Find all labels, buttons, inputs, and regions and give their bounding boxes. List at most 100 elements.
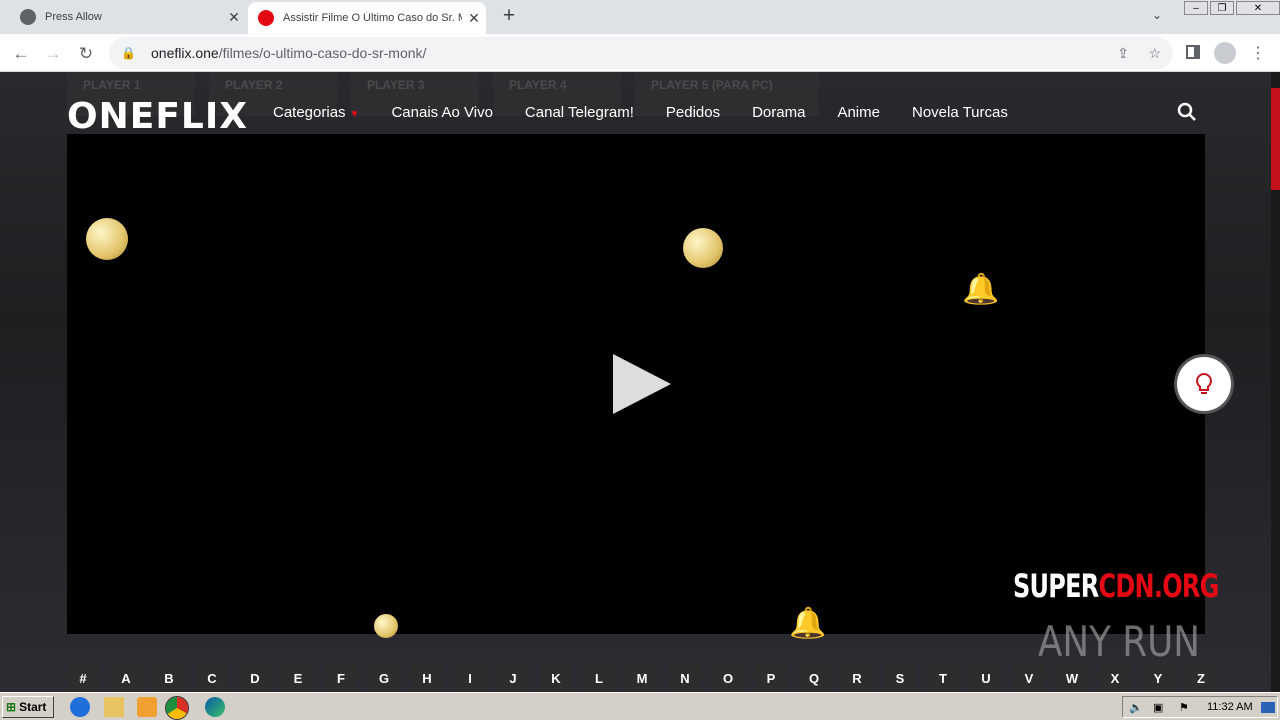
alphabet-letter-button[interactable]: S (884, 664, 916, 692)
site-header: ONEFLIX Categorias ▼ Canais Ao Vivo Canal… (67, 94, 1205, 137)
web-page: PLAYER 1 PLAYER 2 PLAYER 3 PLAYER 4 PLAY… (0, 72, 1280, 692)
alphabet-letter-button[interactable]: H (411, 664, 443, 692)
alphabet-letter-button[interactable]: W (1056, 664, 1088, 692)
bells-icon: 🔔 (962, 273, 1000, 306)
main-menu: Categorias ▼ Canais Ao Vivo Canal Telegra… (273, 104, 1008, 121)
close-window-button[interactable]: ✕ (1236, 1, 1280, 15)
menu-pedidos[interactable]: Pedidos (666, 104, 720, 121)
alphabet-letter-button[interactable]: P (755, 664, 787, 692)
watermark-cdn: CDN.ORG (1098, 567, 1219, 605)
search-icon[interactable] (1177, 102, 1197, 122)
windows-taskbar: ⊞ Start 🔈 ▣ ⚑ 11:32 AM (0, 692, 1280, 720)
play-favicon-icon (258, 10, 274, 26)
clock: 11:32 AM (1207, 701, 1253, 713)
menu-anime[interactable]: Anime (837, 104, 880, 121)
alphabet-letter-button[interactable]: L (583, 664, 615, 692)
alphabet-letter-button[interactable]: Y (1142, 664, 1174, 692)
window-controls: – ❐ ✕ (1184, 1, 1280, 17)
forward-button[interactable]: → (42, 43, 64, 65)
volume-icon[interactable]: 🔈 (1129, 701, 1143, 714)
show-desktop-icon[interactable] (1261, 702, 1275, 713)
restore-button[interactable]: ❐ (1210, 1, 1234, 15)
menu-categorias[interactable]: Categorias ▼ (273, 104, 359, 121)
alphabet-letter-button[interactable]: G (368, 664, 400, 692)
tab-title: Assistir Filme O Último Caso do Sr. M (283, 12, 462, 24)
alphabet-letter-button[interactable]: B (153, 664, 185, 692)
alphabet-letter-button[interactable]: N (669, 664, 701, 692)
tab-search-icon[interactable]: ⌄ (1152, 8, 1162, 22)
start-label: Start (19, 700, 47, 714)
anyrun-watermark: ANY RUN (1038, 617, 1200, 666)
menu-novela-turcas[interactable]: Novela Turcas (912, 104, 1008, 121)
browser-toolbar: ← → ↻ 🔒 oneflix.one/filmes/o-ultimo-caso… (0, 34, 1280, 72)
alphabet-letter-button[interactable]: E (282, 664, 314, 692)
alphabet-letter-button[interactable]: V (1013, 664, 1045, 692)
scrollbar-thumb[interactable] (1271, 88, 1280, 190)
alphabet-letter-button[interactable]: M (626, 664, 658, 692)
globe-icon (20, 9, 36, 25)
url-domain: oneflix.one (151, 45, 219, 61)
scrollbar[interactable] (1271, 72, 1280, 692)
alphabet-letter-button[interactable]: D (239, 664, 271, 692)
alphabet-letter-button[interactable]: C (196, 664, 228, 692)
site-logo[interactable]: ONEFLIX (67, 96, 248, 137)
lock-icon: 🔒 (121, 46, 136, 60)
bells-icon: 🔔 (789, 607, 827, 640)
tab-press-allow[interactable]: Press Allow ✕ (8, 0, 246, 34)
lightbulb-button[interactable] (1177, 357, 1231, 411)
alphabet-letter-button[interactable]: O (712, 664, 744, 692)
menu-kebab-icon[interactable]: ⋮ (1250, 43, 1266, 63)
reload-button[interactable]: ↻ (75, 43, 97, 65)
tab-title: Press Allow (45, 11, 102, 23)
video-player[interactable]: 🔔 🔔 (67, 134, 1205, 640)
alphabet-letter-button[interactable]: I (454, 664, 486, 692)
alphabet-letter-button[interactable]: X (1099, 664, 1131, 692)
profile-avatar[interactable] (1214, 42, 1236, 64)
chrome-icon[interactable] (166, 697, 188, 719)
menu-dorama[interactable]: Dorama (752, 104, 805, 121)
ornament-icon (374, 614, 398, 638)
windows-logo-icon: ⊞ (6, 700, 17, 714)
tab-strip: Press Allow ✕ Assistir Filme O Último Ca… (0, 0, 1280, 34)
flag-icon[interactable]: ⚑ (1179, 701, 1189, 714)
menu-label: Categorias (273, 104, 346, 121)
network-icon[interactable]: ▣ (1153, 701, 1163, 714)
side-panel-icon[interactable] (1186, 45, 1200, 59)
bookmark-star-icon[interactable]: ☆ (1148, 45, 1161, 62)
alphabet-letter-button[interactable]: Z (1185, 664, 1217, 692)
alphabet-letter-button[interactable]: K (540, 664, 572, 692)
alphabet-letter-button[interactable]: T (927, 664, 959, 692)
explorer-folder-icon[interactable] (104, 697, 124, 717)
ie-icon[interactable] (70, 697, 90, 717)
alphabet-letter-button[interactable]: # (67, 664, 99, 692)
close-tab-icon[interactable]: ✕ (222, 9, 246, 26)
address-bar[interactable]: 🔒 oneflix.one/filmes/o-ultimo-caso-do-sr… (109, 37, 1173, 69)
share-icon[interactable]: ⇪ (1117, 45, 1129, 62)
close-tab-icon[interactable]: ✕ (462, 10, 486, 27)
ornament-icon (683, 228, 723, 268)
alphabet-letter-button[interactable]: F (325, 664, 357, 692)
back-button[interactable]: ← (10, 43, 32, 65)
start-button[interactable]: ⊞ Start (2, 696, 54, 718)
media-player-icon[interactable] (137, 697, 157, 717)
alphabet-letter-button[interactable]: Q (798, 664, 830, 692)
alphabet-filter: # A B C D E F G H I J K L M N O P Q R S T U V W X Y Z (67, 664, 1217, 692)
supercdn-watermark: SUPERCDN.ORG (1013, 567, 1219, 605)
url-path: /filmes/o-ultimo-caso-do-sr-monk/ (218, 45, 427, 61)
alphabet-letter-button[interactable]: A (110, 664, 142, 692)
menu-canal-telegram[interactable]: Canal Telegram! (525, 104, 634, 121)
alphabet-letter-button[interactable]: J (497, 664, 529, 692)
ornament-icon (86, 218, 128, 260)
tab-oneflix[interactable]: Assistir Filme O Último Caso do Sr. M ✕ (248, 2, 486, 34)
alphabet-letter-button[interactable]: U (970, 664, 1002, 692)
edge-icon[interactable] (205, 697, 225, 717)
minimize-button[interactable]: – (1184, 1, 1208, 15)
lightbulb-icon (1196, 372, 1212, 394)
menu-canais-ao-vivo[interactable]: Canais Ao Vivo (391, 104, 492, 121)
new-tab-button[interactable]: + (498, 5, 520, 27)
caret-down-icon: ▼ (349, 109, 360, 120)
play-icon[interactable] (613, 354, 671, 414)
system-tray: 🔈 ▣ ⚑ 11:32 AM (1122, 696, 1278, 718)
watermark-super: SUPER (1013, 567, 1099, 605)
alphabet-letter-button[interactable]: R (841, 664, 873, 692)
